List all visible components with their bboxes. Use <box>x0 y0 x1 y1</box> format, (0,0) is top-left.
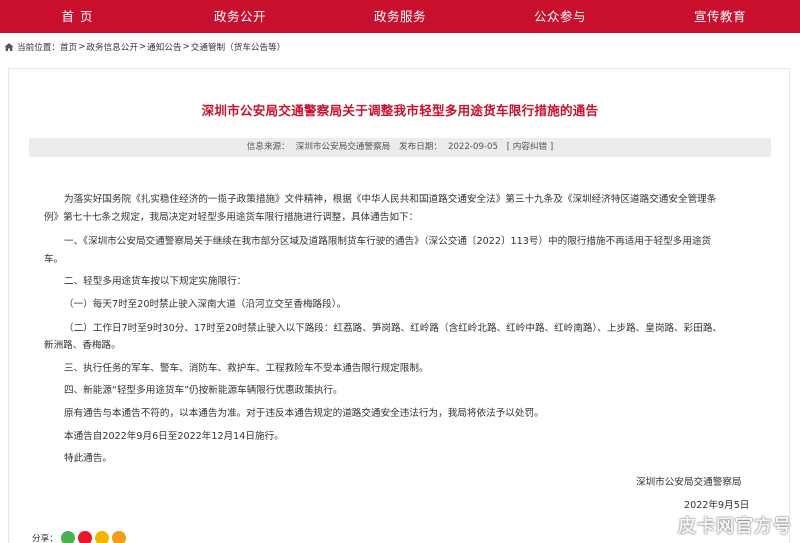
breadcrumb-notices[interactable]: 通知公告 <box>147 41 181 53</box>
watermark-text: 皮卡网官方号 <box>678 516 792 537</box>
watermark: 皮卡网官方号 <box>652 512 792 538</box>
paragraph: 车。 <box>44 254 64 265</box>
paragraph: 四、新能源“轻型多用途货车”仍按新能源车辆限行优惠政策执行。 <box>64 385 343 396</box>
article-signature: 深圳市公安局交通警察局 <box>636 477 742 488</box>
top-navbar: 首页 政务公开 政务服务 公众参与 宣传教育 <box>0 0 800 33</box>
paragraph: 为落实好国务院《扎实稳住经济的一揽子政策措施》文件精神，根据《中华人民共和国道路… <box>64 194 717 205</box>
paragraph: （一）每天7时至20时禁止驶入深南大道（沿河立交至香梅路段）。 <box>64 299 347 310</box>
paragraph: 特此通告。 <box>64 453 112 464</box>
paragraph: 新洲路、香梅路。 <box>44 340 121 351</box>
paragraph: 本通告自2022年9月6日至2022年12月14日施行。 <box>64 431 284 442</box>
nav-item-home[interactable]: 首页 <box>0 0 160 33</box>
nav-item-government-affairs[interactable]: 政务公开 <box>160 0 320 33</box>
wechat-share-icon[interactable] <box>60 531 75 543</box>
breadcrumb-traffic-control[interactable]: 交通管制（货车公告等） <box>191 41 286 53</box>
breadcrumb-home[interactable]: 首页 <box>60 41 77 53</box>
breadcrumb-prefix: 当前位置： <box>17 43 60 53</box>
home-icon <box>4 43 14 51</box>
qq-share-icon[interactable] <box>111 531 126 543</box>
content-error-link[interactable]: [ 内容纠错 ] <box>507 142 554 152</box>
breadcrumb-separator: > <box>78 42 86 52</box>
paragraph: （二）工作日7时至9时30分、17时至20时禁止驶入以下路段：红荔路、笋岗路、红… <box>64 323 723 334</box>
paragraph: 一、《深圳市公安局交通警察局关于继续在我市部分区域及道路限制货车行驶的通告》（深… <box>64 236 712 247</box>
breadcrumb-separator: > <box>182 42 190 52</box>
breadcrumb-separator: > <box>138 42 147 52</box>
qzone-share-icon[interactable] <box>94 531 109 543</box>
nav-item-public-participation[interactable]: 公众参与 <box>480 0 640 33</box>
nav-item-publicity-education[interactable]: 宣传教育 <box>640 0 800 33</box>
publish-date-label: 发布日期： <box>399 142 442 152</box>
breadcrumb: 当前位置： 首页 > 政务信息公开 > 通知公告 > 交通管制（货车公告等） <box>4 40 285 54</box>
weibo-logo-icon <box>652 517 673 534</box>
article-sign-date: 2022年9月5日 <box>684 500 750 511</box>
publish-date: 2022-09-05 <box>448 142 498 152</box>
info-source: 深圳市公安局交通警察局 <box>295 142 391 152</box>
paragraph: 例》第七十七条之规定，我局决定对轻型多用途货车限行措施进行调整，具体通告如下： <box>44 212 419 223</box>
weibo-share-icon[interactable] <box>77 531 92 543</box>
paragraph: 二、轻型多用途货车按以下规定实施限行： <box>64 276 247 287</box>
share-label: 分享： <box>32 534 58 543</box>
paragraph: 三、执行任务的军车、警车、消防车、救护车、工程救险车不受本通告限行规定限制。 <box>64 363 429 374</box>
info-source-label: 信息来源： <box>246 142 290 152</box>
article-info-bar: 信息来源： 深圳市公安局交通警察局 发布日期： 2022-09-05 [ 内容纠错 … <box>29 138 771 157</box>
nav-item-government-services[interactable]: 政务服务 <box>320 0 480 33</box>
paragraph: 原有通告与本通告不符的，以本通告为准。对于违反本通告规定的道路交通安全违法行为，… <box>64 408 544 419</box>
share-row: 分享： <box>32 531 126 543</box>
article-title: 深圳市公安局交通警察局关于调整我市轻型多用途货车限行措施的通告 <box>201 103 599 118</box>
breadcrumb-gov-info[interactable]: 政务信息公开 <box>86 41 138 53</box>
